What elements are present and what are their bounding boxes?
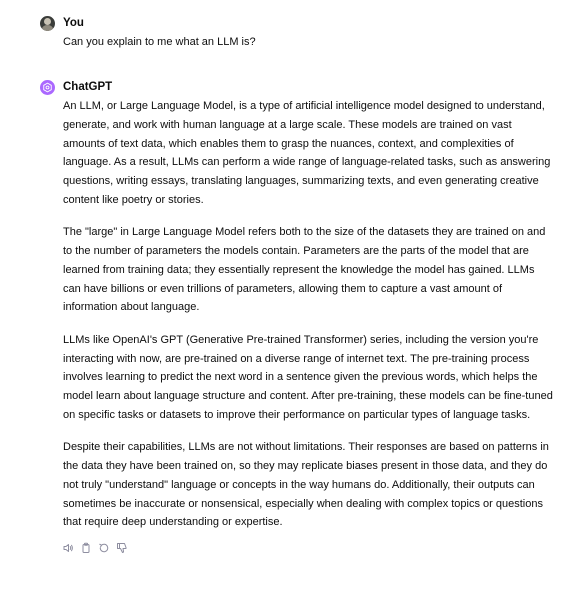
regenerate-icon <box>99 543 109 552</box>
regenerate-button[interactable] <box>98 542 110 554</box>
user-author-name: You <box>63 17 84 29</box>
user-message: You Can you explain to me what an LLM is… <box>40 16 553 51</box>
response-paragraph: The "large" in Large Language Model refe… <box>63 226 546 314</box>
response-paragraph: Despite their capabilities, LLMs are not… <box>63 441 549 529</box>
response-paragraph: An LLM, or Large Language Model, is a ty… <box>63 100 551 206</box>
copy-button[interactable] <box>80 542 92 554</box>
thumbs-down-button[interactable] <box>116 542 128 554</box>
user-message-text: Can you explain to me what an LLM is? <box>63 36 256 48</box>
speaker-icon <box>63 543 73 552</box>
copy-icon <box>82 542 90 553</box>
user-avatar <box>40 16 55 31</box>
chatgpt-logo-icon <box>40 80 55 95</box>
message-actions <box>62 542 553 554</box>
response-paragraph: LLMs like OpenAI's GPT (Generative Pre-t… <box>63 333 553 421</box>
read-aloud-button[interactable] <box>62 542 74 554</box>
thumbs-down-icon <box>117 542 127 553</box>
assistant-author-name: ChatGPT <box>63 81 113 93</box>
assistant-message: ChatGPT An LLM, or Large Language Model,… <box>40 80 553 554</box>
